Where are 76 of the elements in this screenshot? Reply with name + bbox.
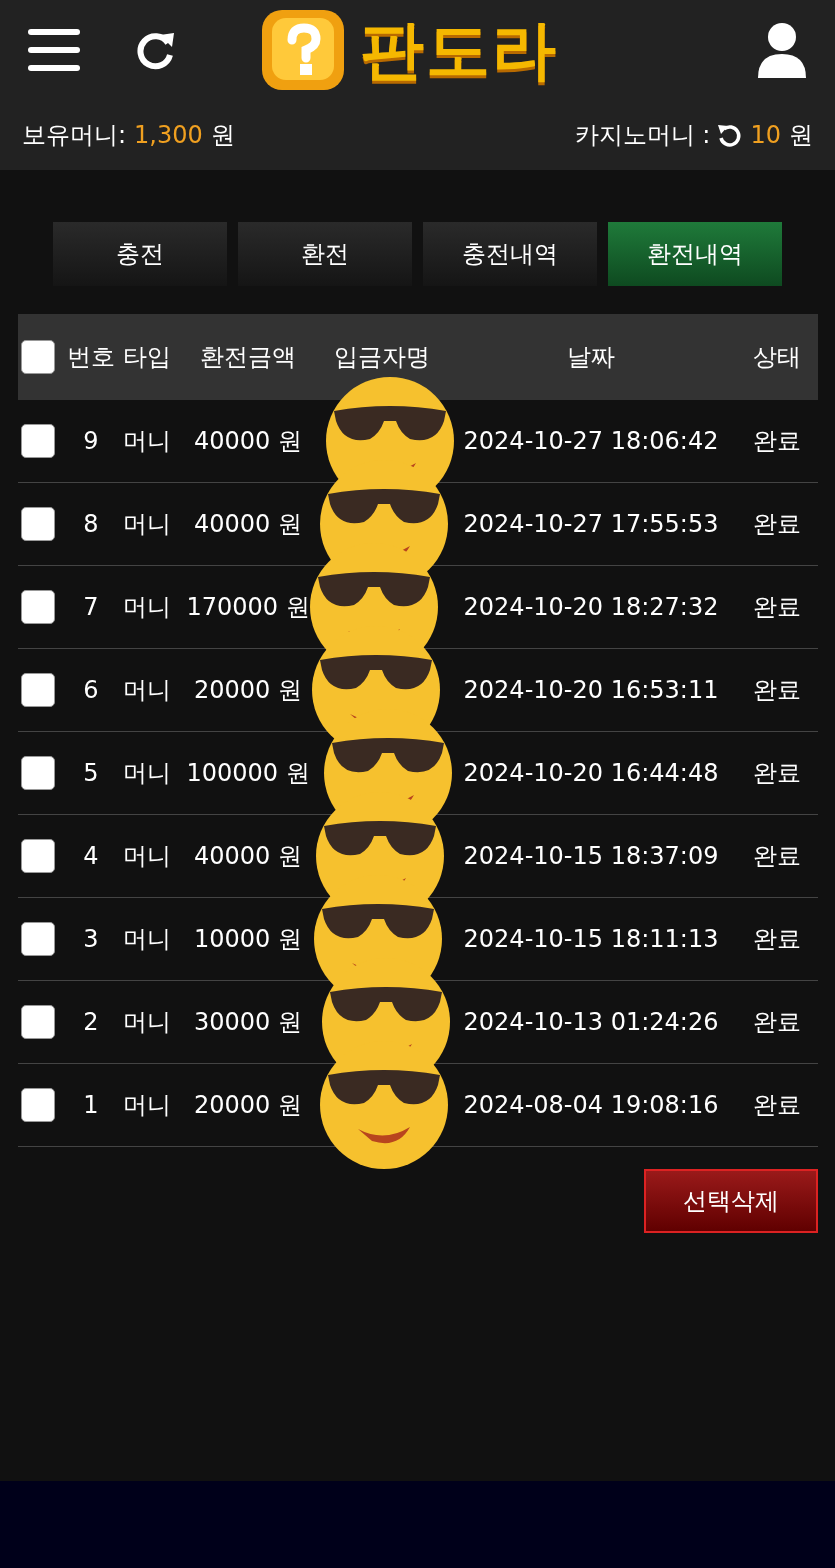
table-cell-text: 20000 원: [193, 675, 303, 706]
table-cell-text: 1: [82, 1091, 100, 1119]
table-cell-text: 완료: [752, 592, 802, 623]
table-cell-text: 20000 원: [193, 1090, 303, 1121]
table-cell-text: 170000 원: [185, 592, 311, 623]
checkbox[interactable]: [21, 340, 55, 374]
table-cell-text: 완료: [752, 1007, 802, 1038]
table-cell-text: 2024-10-27 18:06:42: [462, 427, 720, 455]
table-cell-text: 머니: [122, 1007, 172, 1038]
checkbox[interactable]: [21, 1005, 55, 1039]
table-cell-text: 2024-08-04 19:08:16: [462, 1091, 720, 1119]
table-cell-text: 머니: [122, 675, 172, 706]
checkbox[interactable]: [21, 673, 55, 707]
table-cell-text: 머니: [122, 1090, 172, 1121]
column-header: 환전금액: [199, 342, 297, 373]
table-cell-text: 2024-10-15 18:11:13: [462, 925, 720, 953]
user-icon[interactable]: [757, 22, 807, 78]
table-cell-text: 머니: [122, 509, 172, 540]
table-cell-text: 2024-10-20 16:53:11: [462, 676, 720, 704]
table-cell-text: 완료: [752, 841, 802, 872]
table-cell-text: 머니: [122, 592, 172, 623]
table-cell-text: 2: [82, 1008, 100, 1036]
delete-selected-button[interactable]: 선택삭제: [644, 1169, 818, 1233]
table-cell-text: 완료: [752, 924, 802, 955]
casino-money-label: 카지노머니 :: [574, 120, 711, 151]
column-header: 입금자명: [333, 342, 431, 373]
table-cell-text: 10000 원: [193, 924, 303, 955]
column-header: 타입: [122, 342, 172, 373]
currency-unit: 원: [789, 120, 813, 151]
table-cell-text: 완료: [752, 426, 802, 457]
currency-unit: 원: [210, 120, 235, 151]
tab[interactable]: 환전내역: [608, 222, 782, 286]
table-cell-text: 5: [82, 759, 100, 787]
table-cell-text: 7: [82, 593, 100, 621]
balance-amount: 1,300: [134, 121, 203, 149]
table-cell-text: 머니: [122, 426, 172, 457]
tab[interactable]: 충전내역: [423, 222, 597, 286]
table-cell-text: 완료: [752, 758, 802, 789]
menu-icon[interactable]: [28, 28, 80, 72]
refresh-icon[interactable]: [716, 122, 743, 148]
checkbox[interactable]: [21, 839, 55, 873]
table-cell-text: 40000 원: [193, 426, 303, 457]
column-header: 날짜: [566, 342, 616, 373]
table-cell-text: 30000 원: [193, 1007, 303, 1038]
tab[interactable]: 환전: [238, 222, 412, 286]
logo-text: 판도라: [360, 11, 558, 89]
table-cell-text: 2024-10-20 16:44:48: [462, 759, 720, 787]
checkbox[interactable]: [21, 507, 55, 541]
column-header: 번호: [66, 342, 116, 373]
table-cell-text: 2024-10-27 17:55:53: [462, 510, 720, 538]
checkbox[interactable]: [21, 922, 55, 956]
table-cell-text: 9: [82, 427, 100, 455]
checkbox[interactable]: [21, 424, 55, 458]
table-cell-text: 머니: [122, 924, 172, 955]
balance-label: 보유머니:: [22, 120, 127, 151]
table-cell-text: 2024-10-20 18:27:32: [462, 593, 720, 621]
table-cell-text: 8: [82, 510, 100, 538]
table-cell-text: 머니: [122, 758, 172, 789]
table-cell-text: 완료: [752, 1090, 802, 1121]
table-cell-text: 4: [82, 842, 100, 870]
checkbox[interactable]: [21, 756, 55, 790]
table-cell-text: 40000 원: [193, 841, 303, 872]
checkbox[interactable]: [21, 1088, 55, 1122]
tab[interactable]: 충전: [53, 222, 227, 286]
table-cell-text: 40000 원: [193, 509, 303, 540]
table-cell-text: 6: [82, 676, 100, 704]
table-cell-text: 100000 원: [185, 758, 311, 789]
table-cell-text: 머니: [122, 841, 172, 872]
table-cell-text: 완료: [752, 509, 802, 540]
table-cell-text: 2024-10-15 18:37:09: [462, 842, 720, 870]
table-cell-text: 2024-10-13 01:24:26: [462, 1008, 720, 1036]
table-cell-text: 3: [82, 925, 100, 953]
column-header: 상태: [752, 342, 802, 373]
checkbox[interactable]: [21, 590, 55, 624]
casino-money-amount: 10: [750, 121, 781, 149]
table-cell-text: 완료: [752, 675, 802, 706]
